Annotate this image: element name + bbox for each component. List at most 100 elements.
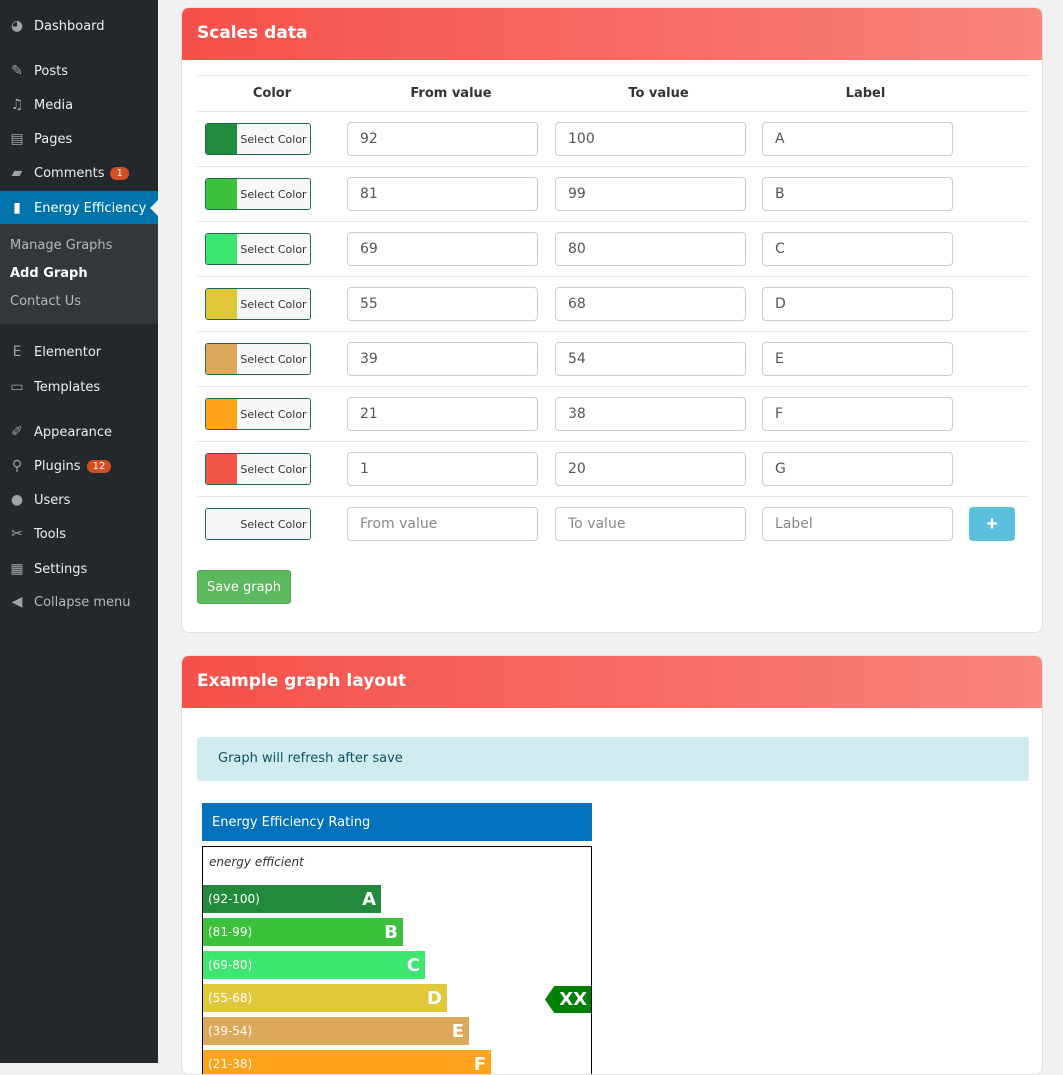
bar-range: (21-38) — [208, 1057, 253, 1071]
from-value-input[interactable] — [347, 287, 538, 321]
label-input[interactable] — [762, 507, 953, 542]
sidebar-item-tools[interactable]: ✂ Tools — [0, 517, 158, 551]
color-picker[interactable]: Select Color — [205, 233, 311, 265]
sidebar-item-pages[interactable]: ▤ Pages — [0, 122, 158, 156]
folder-icon: ▭ — [10, 379, 24, 395]
submenu-item-contact-us[interactable]: Contact Us — [0, 288, 158, 316]
to-value-input[interactable] — [555, 122, 746, 156]
from-value-input[interactable] — [347, 177, 538, 211]
table-row: Select Color — [197, 331, 1029, 387]
sidebar-item-energy-efficiency[interactable]: ▮ Energy Efficiency — [0, 191, 158, 225]
color-picker[interactable]: Select Color — [205, 288, 311, 320]
card-title: Scales data — [182, 8, 1042, 60]
color-picker[interactable]: Select Color — [205, 123, 311, 155]
color-picker[interactable]: Select Color — [205, 453, 311, 485]
to-value-input[interactable] — [555, 177, 746, 211]
bar-letter: E — [451, 1020, 464, 1042]
label-input[interactable] — [762, 397, 953, 431]
sidebar-item-label: Settings — [34, 561, 88, 577]
sidebar-item-users[interactable]: ● Users — [0, 483, 158, 517]
table-row: Select Color — [197, 276, 1029, 332]
color-picker[interactable]: Select Color — [205, 343, 311, 375]
new-row: Select Color + — [197, 497, 1029, 552]
sidebar-item-media[interactable]: ♫ Media — [0, 88, 158, 122]
rating-bar-c: (69-80) C — [203, 951, 425, 979]
sidebar-item-comments[interactable]: ▰ Comments 1 — [0, 156, 158, 190]
color-picker[interactable]: Select Color — [205, 398, 311, 430]
user-icon: ● — [10, 492, 24, 508]
to-value-input[interactable] — [555, 342, 746, 376]
from-value-input[interactable] — [347, 122, 538, 156]
to-value-input[interactable] — [555, 287, 746, 321]
to-value-input[interactable] — [555, 452, 746, 486]
sidebar-item-label: Pages — [34, 131, 73, 147]
sidebar-item-label: Templates — [34, 379, 101, 395]
sidebar-item-label: Plugins — [34, 458, 81, 474]
col-to: To value — [555, 75, 762, 112]
sidebar-item-label: Energy Efficiency — [34, 200, 147, 216]
energy-efficiency-submenu: Manage Graphs Add Graph Contact Us — [0, 224, 158, 324]
color-swatch — [206, 509, 237, 540]
sidebar-item-settings[interactable]: ▦ Settings — [0, 552, 158, 586]
table-row: Select Color — [197, 441, 1029, 497]
bar-letter: C — [406, 954, 420, 976]
label-input[interactable] — [762, 342, 953, 376]
sidebar-item-label: Tools — [34, 526, 67, 542]
sidebar-item-plugins[interactable]: ⚲ Plugins 12 — [0, 449, 158, 483]
rating-bar-a: (92-100) A — [203, 885, 381, 913]
sidebar-item-collapse-menu[interactable]: ◀ Collapse menu — [0, 585, 158, 619]
to-value-input[interactable] — [555, 507, 746, 542]
bar-chart-icon: ▮ — [13, 200, 21, 216]
submenu-item-manage-graphs[interactable]: Manage Graphs — [0, 232, 158, 260]
sidebar-item-label: Comments — [34, 165, 105, 181]
comment-icon: ▰ — [11, 165, 23, 181]
admin-sidebar: ◕ Dashboard ✎ Posts ♫ Media ▤ Pages ▰ Comments 1 ▮ E… — [0, 0, 158, 1063]
to-value-input[interactable] — [555, 232, 746, 266]
color-picker[interactable]: Select Color — [205, 508, 311, 541]
save-graph-button[interactable]: Save graph — [197, 570, 291, 604]
dashboard-icon: ◕ — [10, 18, 24, 34]
count-badge: 1 — [110, 166, 129, 180]
color-swatch — [206, 289, 237, 319]
add-row-button[interactable]: + — [969, 507, 1015, 542]
sidebar-item-dashboard[interactable]: ◕ Dashboard — [0, 9, 158, 43]
color-picker[interactable]: Select Color — [205, 178, 311, 210]
bar-letter: B — [384, 921, 398, 943]
sidebar-item-appearance[interactable]: ✐ Appearance — [0, 415, 158, 449]
bar-range: (39-54) — [208, 1024, 253, 1038]
sidebar-item-label: Appearance — [34, 424, 113, 440]
count-badge: 12 — [86, 459, 112, 473]
label-input[interactable] — [762, 122, 953, 156]
sidebar-item-label: Elementor — [34, 344, 102, 360]
submenu-item-add-graph[interactable]: Add Graph — [0, 260, 158, 288]
select-color-label: Select Color — [237, 289, 310, 319]
label-input[interactable] — [762, 177, 953, 211]
col-label: Label — [762, 75, 969, 112]
from-value-input[interactable] — [347, 452, 538, 486]
from-value-input[interactable] — [347, 232, 538, 266]
select-color-label: Select Color — [237, 124, 310, 154]
label-input[interactable] — [762, 232, 953, 266]
color-swatch — [206, 454, 237, 484]
rating-bar-d: (55-68) D — [203, 984, 447, 1012]
bar-range: (92-100) — [208, 892, 260, 906]
sidebar-item-label: Collapse menu — [34, 594, 131, 610]
color-swatch — [206, 399, 237, 429]
label-input[interactable] — [762, 452, 953, 486]
pin-icon: ✎ — [11, 63, 23, 79]
table-row: Select Color — [197, 386, 1029, 442]
select-color-label: Select Color — [237, 454, 310, 484]
select-color-label: Select Color — [237, 234, 310, 264]
color-swatch — [206, 234, 237, 264]
to-value-input[interactable] — [555, 397, 746, 431]
from-value-input[interactable] — [347, 342, 538, 376]
label-input[interactable] — [762, 287, 953, 321]
from-value-input[interactable] — [347, 397, 538, 431]
pages-icon: ▤ — [10, 131, 24, 147]
col-from: From value — [347, 75, 555, 112]
sidebar-item-elementor[interactable]: E Elementor — [0, 335, 158, 369]
sidebar-item-templates[interactable]: ▭ Templates — [0, 370, 158, 404]
sidebar-item-posts[interactable]: ✎ Posts — [0, 54, 158, 88]
select-color-label: Select Color — [237, 399, 310, 429]
from-value-input[interactable] — [347, 507, 538, 542]
